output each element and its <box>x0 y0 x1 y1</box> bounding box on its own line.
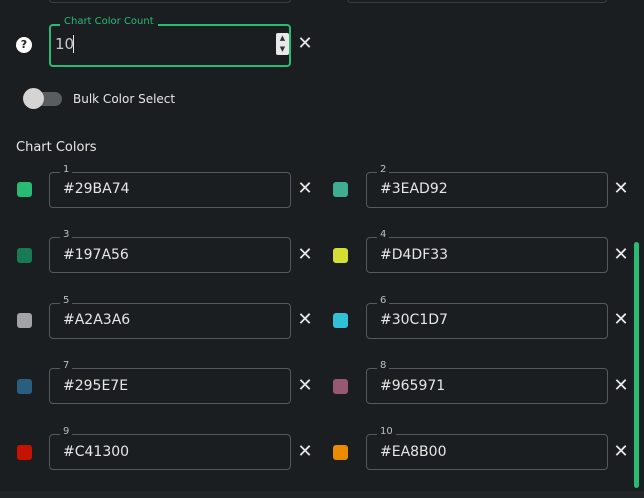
color-swatch-4[interactable] <box>333 248 348 263</box>
remove-color-7-close-icon[interactable]: ✕ <box>296 377 314 395</box>
chart-color-count-field[interactable] <box>49 24 291 67</box>
color-field-4-value[interactable]: #D4DF33 <box>380 246 448 264</box>
color-field-6-value[interactable]: #30C1D7 <box>380 311 448 329</box>
previous-field-bottom-right <box>347 0 607 3</box>
remove-color-6-close-icon[interactable]: ✕ <box>612 311 630 329</box>
color-swatch-1[interactable] <box>17 182 32 197</box>
scrollbar-thumb[interactable] <box>634 242 639 488</box>
color-field-10-value[interactable]: #EA8B00 <box>380 443 446 461</box>
color-field-7-index: 7 <box>60 360 73 372</box>
remove-color-2-close-icon[interactable]: ✕ <box>612 180 630 198</box>
color-swatch-10[interactable] <box>333 445 348 460</box>
color-field-5-index: 5 <box>60 295 73 307</box>
stepper-up-icon[interactable]: ▲ <box>276 33 289 44</box>
panel-bottom-edge <box>0 491 644 498</box>
chart-color-count-label: Chart Color Count <box>60 16 158 28</box>
color-field-6-index: 6 <box>377 295 390 307</box>
remove-color-5-close-icon[interactable]: ✕ <box>296 311 314 329</box>
chart-color-count-stepper[interactable]: ▲ ▼ <box>276 33 289 55</box>
remove-color-4-close-icon[interactable]: ✕ <box>612 246 630 264</box>
question-circle-icon[interactable]: ? <box>16 37 32 53</box>
color-swatch-3[interactable] <box>17 248 32 263</box>
remove-color-1-close-icon[interactable]: ✕ <box>296 180 314 198</box>
color-field-8-value[interactable]: #965971 <box>380 377 445 395</box>
bulk-color-select-toggle-knob[interactable] <box>23 88 44 109</box>
color-field-10-index: 10 <box>377 426 396 438</box>
color-swatch-6[interactable] <box>333 313 348 328</box>
remove-color-8-close-icon[interactable]: ✕ <box>612 377 630 395</box>
remove-color-3-close-icon[interactable]: ✕ <box>296 246 314 264</box>
clear-count-close-icon[interactable]: ✕ <box>296 35 314 53</box>
color-swatch-5[interactable] <box>17 313 32 328</box>
color-field-1-value[interactable]: #29BA74 <box>63 180 130 198</box>
text-caret <box>73 35 74 53</box>
remove-color-9-close-icon[interactable]: ✕ <box>296 443 314 461</box>
color-field-2-value[interactable]: #3EAD92 <box>380 180 448 198</box>
color-swatch-7[interactable] <box>17 379 32 394</box>
color-field-5-value[interactable]: #A2A3A6 <box>63 311 130 329</box>
stepper-down-icon[interactable]: ▼ <box>276 44 289 55</box>
color-field-3-index: 3 <box>60 229 73 241</box>
color-field-3-value[interactable]: #197A56 <box>63 246 129 264</box>
color-swatch-9[interactable] <box>17 445 32 460</box>
chart-color-count-value[interactable]: 10 <box>55 34 74 54</box>
remove-color-10-close-icon[interactable]: ✕ <box>612 443 630 461</box>
color-field-9-index: 9 <box>60 426 73 438</box>
color-field-2-index: 2 <box>377 164 390 176</box>
color-field-4-index: 4 <box>377 229 390 241</box>
previous-field-bottom <box>49 0 291 3</box>
color-swatch-2[interactable] <box>333 182 348 197</box>
color-field-8-index: 8 <box>377 360 390 372</box>
color-field-9-value[interactable]: #C41300 <box>63 443 129 461</box>
color-field-7-value[interactable]: #295E7E <box>63 377 128 395</box>
color-swatch-8[interactable] <box>333 379 348 394</box>
chart-colors-title: Chart Colors <box>16 140 97 155</box>
color-field-1-index: 1 <box>60 164 73 176</box>
bulk-color-select-label: Bulk Color Select <box>73 92 176 106</box>
